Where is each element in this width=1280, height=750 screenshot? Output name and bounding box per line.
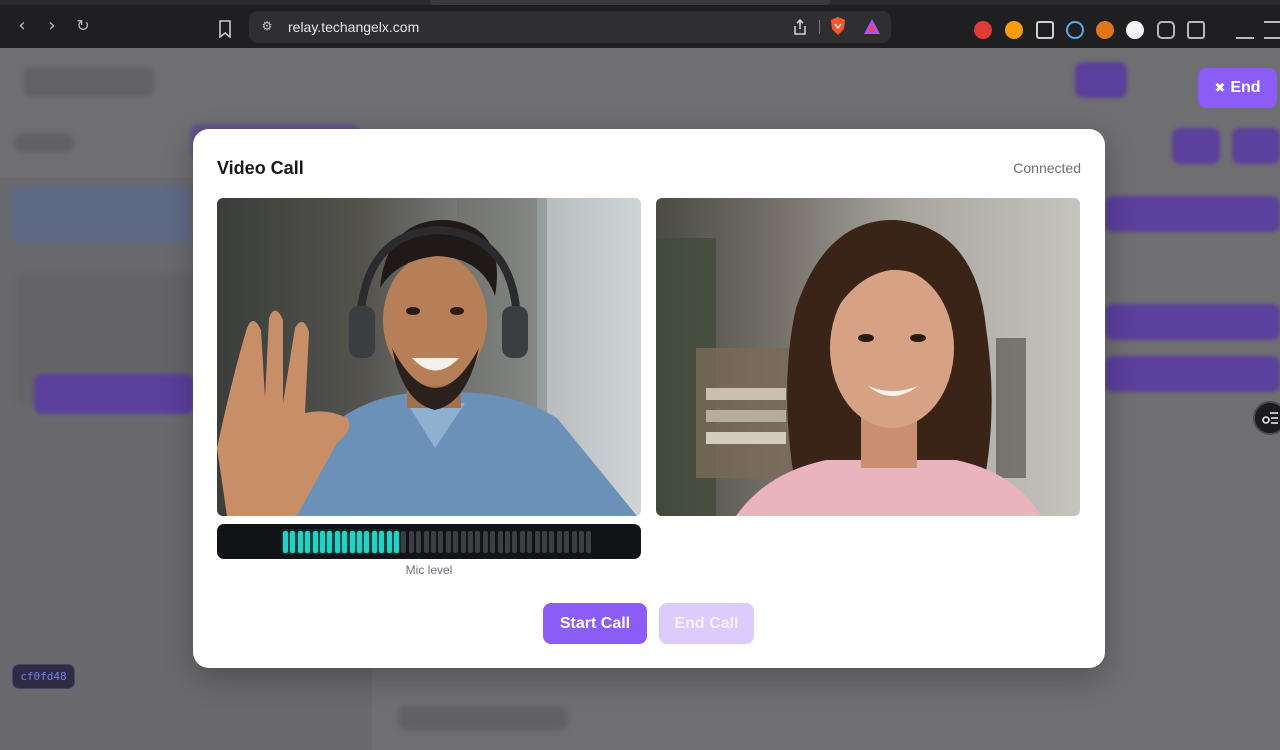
mic-level-segment	[320, 531, 325, 553]
background-row-2	[1105, 304, 1280, 340]
remote-participant-image	[656, 219, 1041, 516]
mic-level-segment	[497, 531, 503, 553]
extension-react-icon[interactable]	[1066, 21, 1084, 39]
mic-level-segment	[312, 531, 318, 553]
background-row-3	[1105, 356, 1280, 392]
mic-level-segment	[297, 531, 303, 553]
forward-icon[interactable]: ›	[41, 15, 63, 37]
mic-level-segment	[475, 531, 481, 553]
menu-icon[interactable]	[1264, 21, 1280, 39]
extension-vercel-icon[interactable]	[1126, 21, 1144, 39]
brave-shield-icon[interactable]	[829, 16, 847, 36]
mic-level-segment	[371, 531, 377, 553]
mic-level-segment	[431, 531, 436, 553]
side-panel-toggle[interactable]	[1253, 401, 1280, 435]
mic-level-segment	[564, 531, 570, 553]
browser-toolbar: ‹ › ↻ ⚙ relay.techangelx.com	[0, 0, 1280, 48]
address-bar[interactable]: ⚙ relay.techangelx.com	[249, 11, 891, 43]
mic-level-segment	[438, 531, 444, 553]
mic-level-segment	[364, 531, 370, 553]
mic-level-segment	[460, 531, 466, 553]
mic-level-segment	[468, 531, 473, 553]
background-action-b	[1232, 128, 1280, 164]
mic-level-segment	[394, 531, 399, 553]
commit-hash-badge: cf0fd48	[12, 664, 75, 689]
background-input	[398, 706, 568, 730]
mic-level-segment	[357, 531, 362, 553]
share-icon[interactable]	[792, 18, 808, 36]
mic-level-label: Mic level	[405, 563, 453, 577]
video-call-modal: Video Call Connected Mic level Start Cal…	[193, 129, 1105, 668]
modal-title: Video Call	[217, 158, 304, 178]
local-video	[217, 198, 641, 516]
end-session-button[interactable]: ✖ End	[1198, 68, 1277, 108]
back-icon[interactable]: ‹	[11, 15, 33, 37]
remote-video	[656, 198, 1080, 516]
mic-level-segment	[327, 531, 333, 553]
mic-level-segment	[305, 531, 311, 553]
mic-level-segment	[342, 531, 348, 553]
extension-metamask-icon[interactable]	[1096, 21, 1114, 39]
extension-adblock-icon[interactable]	[974, 21, 992, 39]
mic-level-segment	[453, 531, 459, 553]
downloads-icon[interactable]	[1236, 21, 1254, 39]
extensions-puzzle-icon[interactable]	[1157, 21, 1175, 39]
settings-sliders-icon	[1262, 412, 1278, 424]
app-logo	[24, 68, 154, 96]
mic-level-segment	[290, 531, 296, 553]
sidebar-toggle-icon[interactable]	[1187, 21, 1205, 39]
extension-tools-icon[interactable]	[1036, 21, 1054, 39]
background-row-1	[1105, 196, 1280, 232]
background-list-item	[10, 186, 190, 242]
mic-level-segment	[386, 531, 392, 553]
mic-level-segment	[549, 531, 555, 553]
end-session-label: End	[1230, 79, 1261, 96]
background-button	[34, 374, 194, 414]
mic-level-segment	[423, 531, 429, 553]
mic-level-segment	[379, 531, 385, 553]
mic-level-segment	[571, 531, 577, 553]
mic-level-segment	[527, 531, 533, 553]
connection-status: Connected	[1013, 160, 1081, 176]
local-participant-image	[217, 198, 641, 516]
url-text: relay.techangelx.com	[288, 19, 420, 35]
rewards-triangle-icon[interactable]	[862, 17, 882, 37]
mic-level-segment	[349, 531, 355, 553]
site-settings-icon[interactable]: ⚙	[259, 18, 275, 34]
mic-level-segment	[534, 531, 540, 553]
bookmark-icon[interactable]	[218, 20, 232, 38]
mic-level-segment	[416, 531, 422, 553]
close-icon: ✖	[1214, 80, 1226, 95]
mic-level-segment	[482, 531, 488, 553]
mic-level-segment	[519, 531, 525, 553]
mic-level-segment	[505, 531, 510, 553]
reload-icon[interactable]: ↻	[72, 15, 94, 37]
mic-level-segment	[445, 531, 451, 553]
end-call-button[interactable]: End Call	[659, 603, 754, 644]
mic-level-segment	[579, 531, 584, 553]
mic-level-segment	[542, 531, 547, 553]
mic-level-segment	[586, 531, 592, 553]
mic-level-meter	[217, 524, 641, 559]
background-avatar	[1075, 62, 1127, 98]
mic-level-segment	[283, 531, 288, 553]
mic-level-segment	[512, 531, 518, 553]
start-call-button[interactable]: Start Call	[543, 603, 647, 644]
mic-level-segment	[556, 531, 562, 553]
active-tab[interactable]	[430, 0, 830, 5]
mic-level-segment	[401, 531, 407, 553]
divider	[819, 20, 820, 34]
mic-level-segment	[408, 531, 414, 553]
extension-coin-icon[interactable]	[1005, 21, 1023, 39]
mic-level-segment	[334, 531, 340, 553]
background-action-a	[1172, 128, 1220, 164]
mic-level-segment	[490, 531, 496, 553]
background-heading	[14, 134, 74, 152]
